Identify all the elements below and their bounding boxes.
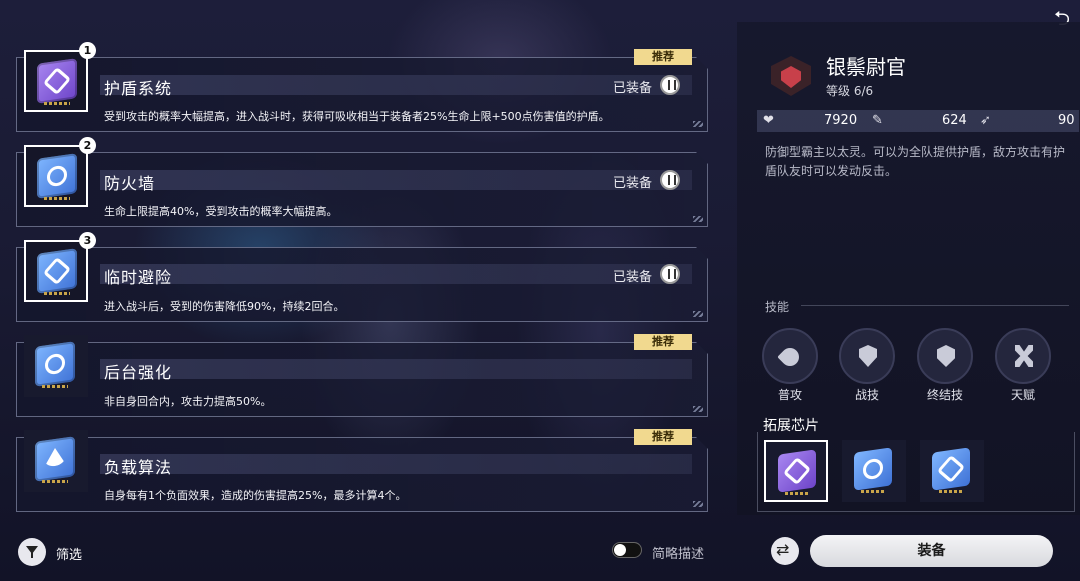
equipped-status: 已装备 [613, 176, 653, 191]
basic-attack-icon [777, 344, 803, 370]
skill-basic-attack[interactable] [762, 328, 818, 384]
equipped-character-icon [660, 170, 680, 190]
equipped-status: 已装备 [613, 81, 653, 96]
chip-slot-number: 1 [79, 42, 96, 59]
speed-value: 90 [1058, 113, 1075, 128]
filter-icon [18, 538, 46, 566]
chip-title: 后台强化 [104, 363, 173, 382]
equipped-chip-slot-2[interactable] [842, 440, 906, 502]
swap-icon: ⇄ [776, 540, 790, 559]
chip-icon-firewall: 2 [24, 137, 96, 207]
chip-slot-number: 2 [79, 137, 96, 154]
chip-icon-backstage [24, 335, 88, 397]
chip-description: 进入战斗后，受到的伤害降低90%，持续2回合。 [104, 300, 345, 313]
chip-icon-refuge: 3 [24, 232, 96, 302]
skill-label: 天赋 [1010, 388, 1035, 402]
talent-icon [1015, 345, 1033, 367]
chip-slot-number: 3 [79, 232, 96, 249]
skill-shield-icon [859, 345, 877, 367]
attack-value: 624 [942, 113, 967, 128]
speed-icon: ➶ [980, 113, 991, 128]
chip-description: 自身每有1个负面效果，造成的伤害提高25%，最多计算4个。 [104, 489, 407, 502]
skill-label: 战技 [854, 388, 879, 402]
chip-description: 受到攻击的概率大幅提高，进入战斗时，获得可吸收相当于装备者25%生命上限+500… [104, 110, 610, 123]
character-name: 银鬃尉官 [826, 55, 906, 79]
attack-icon: ✎ [872, 113, 883, 128]
equipped-chip-slot-3[interactable] [920, 440, 984, 502]
brief-description-label: 简略描述 [652, 547, 705, 562]
swap-button[interactable]: ⇄ [771, 537, 799, 565]
chip-title: 临时避险 [104, 268, 173, 287]
ultimate-icon [937, 345, 955, 367]
chip-title: 负载算法 [104, 458, 173, 477]
filter-button[interactable]: 筛选 [18, 538, 98, 566]
stats-bar [757, 110, 1079, 132]
skills-header: 技能 [765, 296, 1070, 314]
equipped-chip-slot-1[interactable] [764, 440, 828, 502]
recommended-badge: 推荐 [634, 49, 692, 65]
chip-description: 非自身回合内，攻击力提高50%。 [104, 395, 272, 408]
chip-icon-load [24, 430, 88, 492]
skill-ultimate[interactable] [917, 328, 973, 384]
filter-label: 筛选 [56, 548, 83, 563]
character-level: 等级 6/6 [826, 84, 874, 98]
chip-description: 生命上限提高40%，受到攻击的概率大幅提高。 [104, 205, 338, 218]
chip-icon-shield: 1 [24, 42, 96, 112]
hp-icon: ❤ [763, 113, 774, 128]
chip-title: 护盾系统 [104, 79, 173, 98]
character-emblem-icon [767, 52, 815, 100]
skill-label: 终结技 [926, 388, 963, 402]
equipped-character-icon [660, 264, 680, 284]
brief-description-toggle[interactable] [612, 542, 642, 558]
hp-value: 7920 [824, 113, 858, 128]
character-description: 防御型霸主以太灵。可以为全队提供护盾，敌方攻击有护盾队友时可以发动反击。 [765, 145, 1066, 178]
equipped-status: 已装备 [613, 270, 653, 285]
skill-battle-technique[interactable] [839, 328, 895, 384]
skill-label: 普攻 [777, 388, 802, 402]
chip-title: 防火墙 [104, 174, 156, 193]
recommended-badge: 推荐 [634, 429, 692, 445]
equipped-character-icon [660, 75, 680, 95]
skill-talent[interactable] [995, 328, 1051, 384]
recommended-badge: 推荐 [634, 334, 692, 350]
equip-button[interactable]: 装备 [810, 535, 1053, 567]
